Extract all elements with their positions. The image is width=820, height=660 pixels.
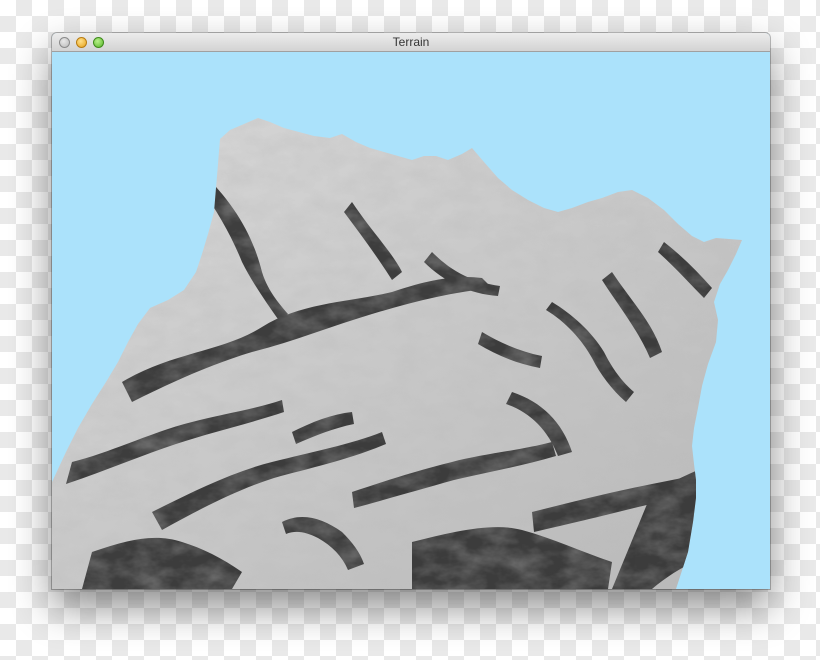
terrain-window: Terrain xyxy=(52,33,770,589)
terrain-viewport[interactable] xyxy=(52,52,770,589)
title-bar[interactable]: Terrain xyxy=(52,33,770,52)
terrain-render xyxy=(52,118,742,589)
window-title: Terrain xyxy=(392,35,430,49)
terrain-mesh xyxy=(52,118,742,589)
